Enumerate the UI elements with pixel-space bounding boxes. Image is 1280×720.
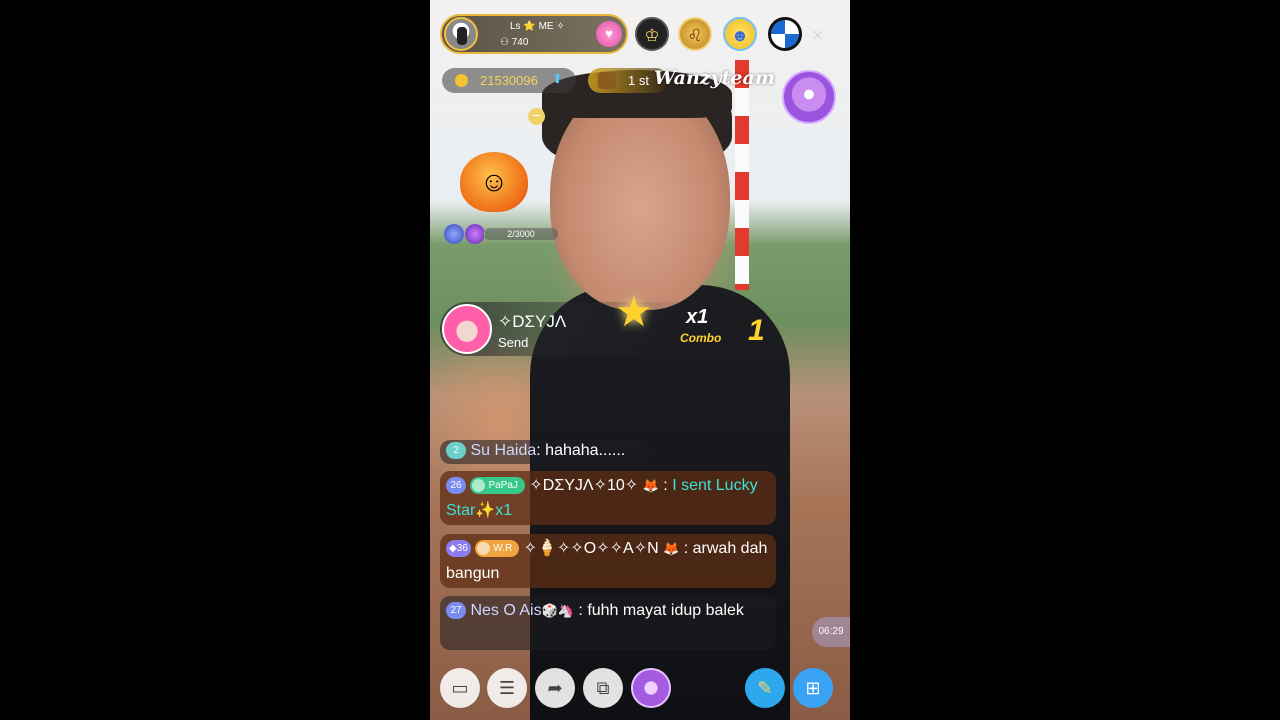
- level-progress-bar: 2/3000: [484, 228, 558, 240]
- person-icon: ⚇: [500, 37, 509, 48]
- treasure-chest-icon: [598, 72, 616, 89]
- gift-banner: ✧DΣYJΛ Send: [440, 302, 700, 356]
- live-stream-view: Ls ⭐ ME ✧ ⚇ 740 ♥ ♔ ♌ ☻ × 21530096 ⬆ 1 s…: [430, 0, 850, 720]
- chat-username[interactable]: ✧DΣYJΛ✧10✧: [529, 477, 638, 494]
- menu-list-icon: ☰: [498, 678, 516, 698]
- chat-username[interactable]: Nes O Ais: [470, 602, 541, 619]
- chat-message[interactable]: 26 PaPaJ ✧DΣYJΛ✧10✧ 🦊 : I sent Lucky Sta…: [440, 471, 776, 525]
- coin-balance-pill[interactable]: 21530096 ⬆: [442, 68, 576, 93]
- star-badge-icon: [465, 224, 485, 244]
- user-level-badge: 27: [446, 602, 466, 620]
- wand-icon: ✎: [757, 678, 773, 698]
- crown-person-icon[interactable]: ♔: [635, 17, 669, 51]
- event-badge-icon[interactable]: [782, 70, 836, 124]
- crop-button[interactable]: ⧉: [583, 668, 623, 708]
- minus-icon[interactable]: −: [528, 108, 545, 125]
- gift-icon: ⊞: [805, 678, 821, 698]
- host-avatar[interactable]: [444, 17, 478, 51]
- arrow-up-icon: ⬆: [552, 71, 563, 86]
- lion-badge-icon[interactable]: ♌: [678, 17, 712, 51]
- chat-username[interactable]: Su Haida: [470, 442, 536, 459]
- user-level-badge: 26: [446, 477, 466, 495]
- chat-username[interactable]: ✧🍦✧✧O✧✧A✧N: [524, 540, 659, 557]
- rocket-badge-icon: [444, 224, 464, 244]
- gift-button[interactable]: ⊞: [793, 668, 833, 708]
- dice-badge-icon: 🎲🦄: [541, 603, 574, 618]
- heart-cup-icon: ♥: [605, 26, 613, 41]
- chat-icon: ▭: [451, 678, 469, 698]
- crop-icon: ⧉: [596, 678, 610, 698]
- user-level-badge: 2: [446, 442, 466, 460]
- level-progress-text: 2/3000: [507, 229, 535, 239]
- fox-badge-icon: 🦊: [663, 541, 680, 556]
- chat-message[interactable]: 2 Su Haida: hahaha......: [440, 440, 650, 464]
- fox-badge-icon: 🦊: [642, 478, 659, 493]
- follow-button[interactable]: ♥: [596, 21, 622, 47]
- combo-count: 1: [748, 314, 765, 347]
- chat-text: hahaha......: [545, 442, 626, 459]
- rank-label: 1 st: [628, 73, 649, 88]
- gift-action-label: Send: [498, 335, 529, 350]
- viewer-count: ⚇ 740: [500, 37, 529, 48]
- share-button[interactable]: ➦: [535, 668, 575, 708]
- chat-message[interactable]: 27 Nes O Ais🎲🦄 : fuhh mayat idup balek: [440, 596, 776, 650]
- menu-button[interactable]: ☰: [487, 668, 527, 708]
- family-tag: W.R: [475, 540, 520, 558]
- host-name: Ls ⭐ ME ✧: [510, 21, 565, 32]
- host-info-pill[interactable]: Ls ⭐ ME ✧ ⚇ 740 ♥: [440, 14, 628, 54]
- watermark-text: Wanzyteam: [654, 67, 775, 89]
- coin-icon: [455, 74, 468, 87]
- bmw-logo-icon[interactable]: [768, 17, 802, 51]
- close-icon[interactable]: ×: [812, 26, 824, 46]
- combo-label: Combo: [680, 331, 722, 345]
- chat-text: fuhh mayat idup balek: [587, 602, 744, 619]
- lucky-star-icon: ★: [615, 288, 653, 335]
- event-button[interactable]: [631, 668, 671, 708]
- vip-bird-icon[interactable]: ☻: [723, 17, 757, 51]
- magic-wand-button[interactable]: ✎: [745, 668, 785, 708]
- sender-avatar[interactable]: [442, 304, 492, 354]
- chat-button[interactable]: ▭: [440, 668, 480, 708]
- family-tag: PaPaJ: [470, 477, 525, 495]
- chat-message[interactable]: ◆36 W.R ✧🍦✧✧O✧✧A✧N 🦊 : arwah dah bangun: [440, 534, 776, 588]
- stream-timer: 06:29: [812, 617, 850, 647]
- share-icon: ➦: [547, 678, 563, 698]
- gift-sender-name: ✧DΣYJΛ: [498, 312, 567, 331]
- coin-value: 21530096: [480, 73, 538, 88]
- user-level-badge: ◆36: [446, 540, 471, 558]
- monster-sticker-icon[interactable]: ☺: [460, 152, 528, 212]
- gift-multiplier: x1: [686, 306, 709, 328]
- background-pole: [735, 60, 749, 290]
